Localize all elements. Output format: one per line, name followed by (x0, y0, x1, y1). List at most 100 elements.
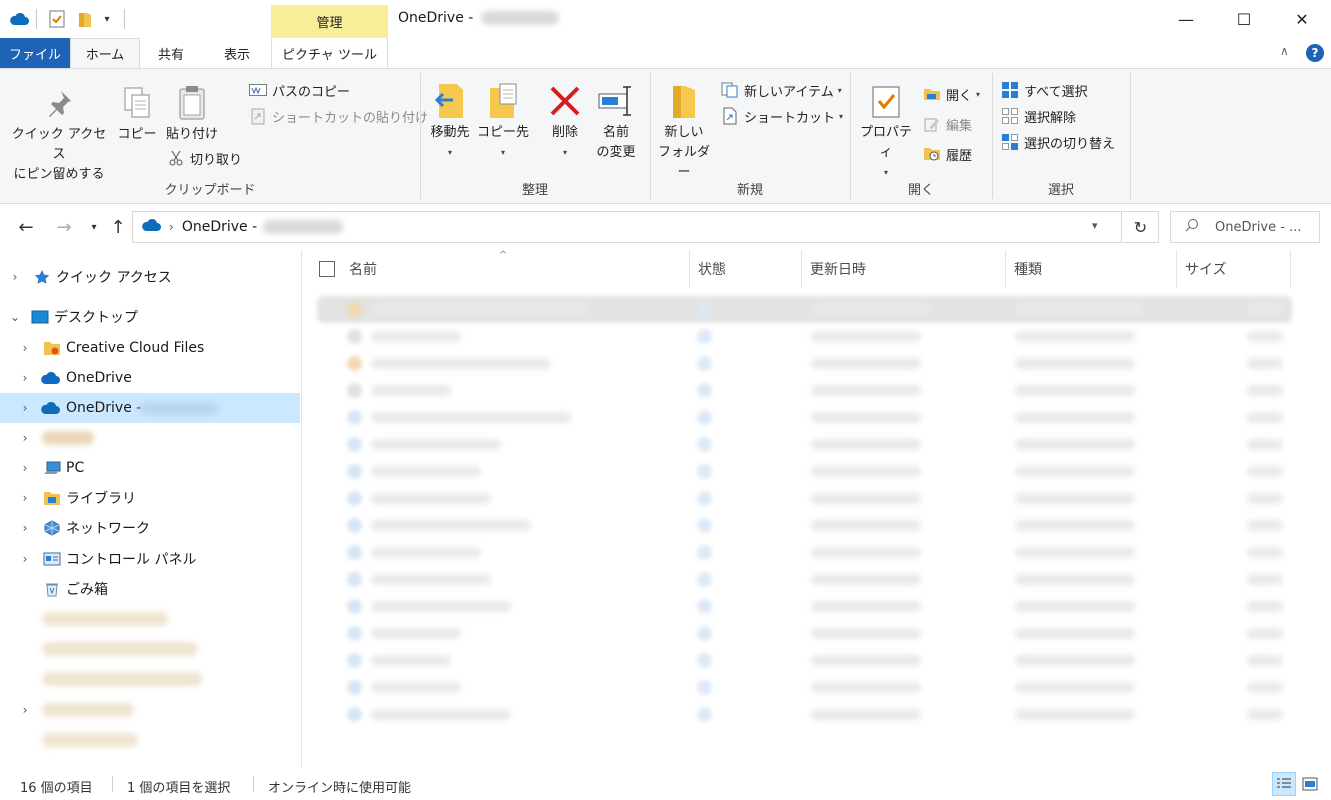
address-bar[interactable]: › OneDrive - (132, 211, 1122, 243)
close-button[interactable]: ✕ (1273, 0, 1331, 38)
help-icon[interactable]: ? (1306, 44, 1324, 62)
select-all-checkbox[interactable] (319, 261, 335, 277)
move-to-button[interactable]: 移動先 ▾ (424, 79, 476, 163)
expand-chevron-icon[interactable]: › (18, 371, 32, 385)
properties-quick-icon[interactable] (46, 8, 68, 30)
file-row[interactable] (317, 350, 1292, 377)
new-item-button[interactable]: 新しいアイテム ▾ (720, 79, 842, 101)
copy-button[interactable]: コピー (114, 81, 160, 145)
expand-chevron-icon[interactable]: › (18, 703, 32, 717)
new-folder-button[interactable]: 新しい フォルダー (654, 79, 714, 183)
file-row[interactable] (317, 377, 1292, 404)
up-arrow-icon[interactable]: ↑ (106, 216, 130, 238)
maximize-button[interactable]: ☐ (1215, 0, 1273, 38)
file-row[interactable] (317, 647, 1292, 674)
refresh-button[interactable]: ↻ (1123, 211, 1159, 243)
nav-item-desktop[interactable]: ⌄ デスクトップ (0, 302, 300, 332)
nav-item-redacted-folder[interactable] (0, 725, 300, 755)
nav-item-creative-cloud[interactable]: › Creative Cloud Files (0, 333, 300, 363)
back-arrow-icon[interactable]: ← (14, 216, 38, 238)
cut-button[interactable]: 切り取り (166, 147, 242, 169)
column-header-modified[interactable]: 更新日時 (802, 250, 1006, 288)
copy-to-button[interactable]: コピー先 ▾ (476, 79, 530, 163)
invert-selection-button[interactable]: 選択の切り替え (1000, 131, 1115, 153)
file-status-cell (697, 707, 712, 722)
expand-chevron-icon[interactable]: › (18, 431, 32, 445)
file-row[interactable] (317, 404, 1292, 431)
file-type-icon (347, 626, 362, 641)
expand-chevron-icon[interactable]: › (18, 552, 32, 566)
tab-share[interactable]: 共有 (140, 38, 202, 68)
collapse-ribbon-icon[interactable]: ∧ (1280, 44, 1289, 58)
paste-button[interactable]: 貼り付け (162, 81, 222, 145)
breadcrumb-chevron-icon[interactable]: › (169, 220, 174, 234)
file-row[interactable] (317, 485, 1292, 512)
select-none-button[interactable]: 選択解除 (1000, 105, 1076, 127)
file-row[interactable] (317, 296, 1292, 323)
tab-file[interactable]: ファイル (0, 38, 70, 68)
search-box[interactable]: OneDrive - ... (1170, 211, 1320, 243)
nav-item-redacted-folder[interactable]: › (0, 695, 300, 725)
expand-chevron-icon[interactable]: › (18, 401, 32, 415)
nav-item-redacted-folder[interactable] (0, 664, 300, 694)
file-row[interactable] (317, 620, 1292, 647)
history-button[interactable]: 履歴 (922, 143, 972, 165)
nav-item-onedrive-business[interactable]: › OneDrive - (0, 393, 300, 423)
forward-arrow-icon[interactable]: → (52, 216, 76, 238)
open-button[interactable]: 開く ▾ (922, 83, 980, 105)
column-header-name[interactable]: 名前 (303, 250, 690, 288)
file-modified-cell (811, 601, 921, 612)
expand-chevron-icon[interactable]: › (8, 270, 22, 284)
edit-button[interactable]: 編集 (922, 113, 972, 135)
file-row[interactable] (317, 674, 1292, 701)
nav-item-redacted-user[interactable]: › (0, 423, 300, 453)
shortcut-button[interactable]: ショートカット ▾ (720, 105, 843, 127)
pin-to-quick-access-button[interactable]: クイック アクセス にピン留めする (8, 81, 110, 185)
expand-chevron-icon[interactable]: › (18, 491, 32, 505)
nav-item-recycle-bin[interactable]: ごみ箱 (0, 574, 300, 604)
file-row[interactable] (317, 431, 1292, 458)
navigation-pane: › クイック アクセス ⌄ デスクトップ › Creative Cloud Fi… (0, 250, 302, 768)
properties-button[interactable]: プロパティ ▾ (854, 79, 918, 183)
tab-picture-tools[interactable]: ピクチャ ツール (271, 38, 388, 68)
collapse-chevron-icon[interactable]: ⌄ (8, 310, 22, 324)
new-folder-quick-icon[interactable] (74, 8, 96, 30)
nav-item-network[interactable]: › ネットワーク (0, 513, 300, 543)
column-header-status[interactable]: 状態 (690, 250, 802, 288)
nav-item-quick-access[interactable]: › クイック アクセス (0, 262, 300, 292)
breadcrumb-onedrive[interactable]: OneDrive - (182, 219, 257, 235)
details-view-button[interactable] (1272, 772, 1296, 796)
delete-button[interactable]: 削除 ▾ (540, 79, 590, 163)
large-icons-view-button[interactable] (1298, 772, 1322, 796)
tab-home[interactable]: ホーム (70, 38, 140, 68)
file-row[interactable] (317, 323, 1292, 350)
copy-path-button[interactable]: パスのコピー (248, 79, 350, 101)
select-all-button[interactable]: すべて選択 (1000, 79, 1088, 101)
tab-view[interactable]: 表示 (202, 38, 272, 68)
file-row[interactable] (317, 512, 1292, 539)
address-history-dropdown-icon[interactable]: ▾ (1092, 219, 1098, 232)
paste-shortcut-button[interactable]: ショートカットの貼り付け (248, 105, 428, 127)
file-row[interactable] (317, 593, 1292, 620)
column-header-size[interactable]: サイズ (1177, 250, 1291, 288)
file-name-cell (371, 358, 551, 369)
nav-item-libraries[interactable]: › ライブラリ (0, 483, 300, 513)
column-header-type[interactable]: 種類 (1006, 250, 1177, 288)
expand-chevron-icon[interactable]: › (18, 461, 32, 475)
nav-item-redacted-folder[interactable] (0, 604, 300, 634)
rename-button[interactable]: 名前 の変更 (590, 79, 642, 163)
nav-item-pc[interactable]: › PC (0, 453, 300, 483)
nav-item-redacted-folder[interactable] (0, 634, 300, 664)
file-row[interactable] (317, 539, 1292, 566)
file-row[interactable] (317, 458, 1292, 485)
expand-chevron-icon[interactable]: › (18, 341, 32, 355)
customize-quick-access-dropdown[interactable]: ▾ (98, 8, 116, 30)
recent-locations-chevron-icon[interactable]: ▾ (82, 216, 106, 238)
expand-chevron-icon[interactable]: › (18, 521, 32, 535)
nav-item-control-panel[interactable]: › コントロール パネル (0, 544, 300, 574)
nav-item-onedrive[interactable]: › OneDrive (0, 363, 300, 393)
minimize-button[interactable]: — (1157, 0, 1215, 38)
file-row[interactable] (317, 566, 1292, 593)
file-row[interactable] (317, 701, 1292, 728)
select-none-label: 選択解除 (1024, 110, 1077, 126)
